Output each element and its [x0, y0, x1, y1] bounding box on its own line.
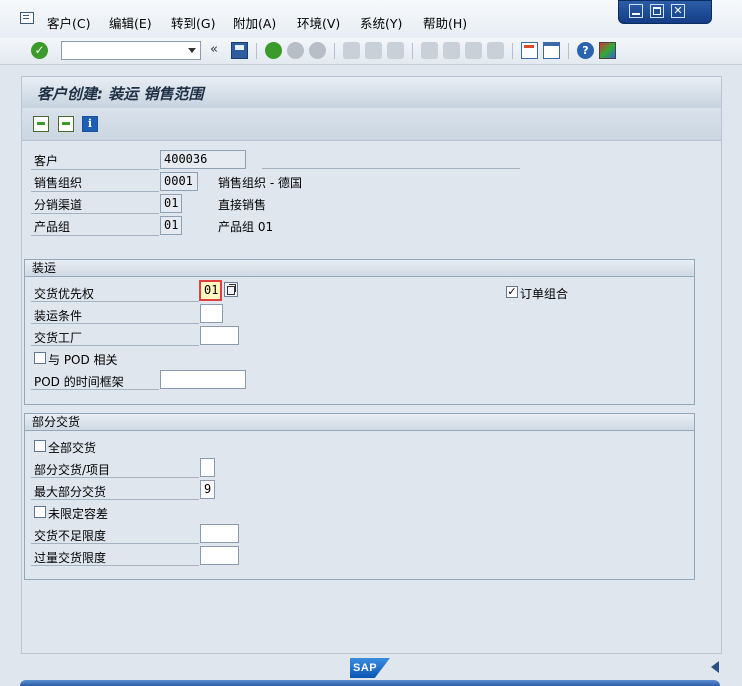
menu-system[interactable]: 系统(Y): [360, 13, 402, 32]
customer-label: 客户: [34, 154, 59, 168]
menu-goto[interactable]: 转到(G): [171, 13, 215, 32]
toolbar-separator: [568, 43, 569, 59]
customer-field[interactable]: 400036: [160, 150, 246, 169]
print-icon[interactable]: [343, 42, 360, 59]
previous-screen-icon[interactable]: [33, 116, 49, 132]
first-page-icon[interactable]: [421, 42, 438, 59]
partial-per-item-field[interactable]: [200, 458, 215, 477]
delivery-priority-label: 交货优先权: [34, 287, 95, 301]
ok-icon[interactable]: ✓: [31, 42, 48, 59]
toolbar-separator: [256, 43, 257, 59]
partial-delivery-group: 部分交货: [24, 413, 695, 580]
menu-bar: 客户(C) 编辑(E) 转到(G) 附加(A) 环境(V) 系统(Y) 帮助(H…: [0, 0, 742, 38]
command-field[interactable]: [61, 41, 201, 60]
back-icon[interactable]: [265, 42, 282, 59]
unlimited-tolerance-label: 未限定容差: [48, 507, 109, 521]
label-underline: [31, 213, 159, 214]
complete-delivery-label: 全部交货: [48, 441, 97, 455]
close-icon[interactable]: ✕: [671, 4, 685, 18]
menu-system-icon[interactable]: [20, 12, 34, 24]
chevron-down-icon[interactable]: [188, 48, 196, 53]
customer-name-line: [262, 168, 520, 169]
exit-icon[interactable]: [287, 42, 304, 59]
menu-help[interactable]: 帮助(H): [423, 13, 467, 32]
sales-org-description: 销售组织 - 德国: [218, 176, 302, 190]
cancel-icon[interactable]: [309, 42, 326, 59]
label-underline: [31, 543, 199, 544]
label-underline: [31, 477, 199, 478]
menu-extras[interactable]: 附加(A): [233, 13, 276, 32]
label-underline: [31, 191, 159, 192]
double-chevron-left-icon[interactable]: «: [210, 42, 218, 57]
create-session-icon[interactable]: [521, 42, 538, 59]
label-underline: [31, 345, 199, 346]
status-bar: [20, 680, 720, 686]
shortcut-icon[interactable]: [543, 42, 560, 59]
window-controls: ✕: [618, 0, 712, 24]
sales-org-field[interactable]: 0001: [160, 172, 198, 191]
division-field[interactable]: 01: [160, 216, 182, 235]
division-label: 产品组: [34, 220, 71, 234]
label-underline: [31, 301, 199, 302]
partial-delivery-group-title: 部分交货: [25, 414, 694, 431]
label-underline: [31, 499, 199, 500]
overdelivery-field[interactable]: [200, 546, 239, 565]
next-page-icon[interactable]: [465, 42, 482, 59]
last-page-icon[interactable]: [487, 42, 504, 59]
label-underline: [31, 235, 159, 236]
menu-edit[interactable]: 编辑(E): [109, 13, 152, 32]
save-icon[interactable]: [231, 42, 248, 59]
pod-timeframe-label: POD 的时间框架: [34, 375, 124, 389]
overdelivery-label: 过量交货限度: [34, 551, 107, 565]
sales-org-label: 销售组织: [34, 176, 83, 190]
menu-customer[interactable]: 客户(C): [47, 13, 90, 32]
partial-per-item-label: 部分交货/项目: [34, 463, 111, 477]
label-underline: [31, 565, 199, 566]
label-underline: [31, 389, 159, 390]
find-next-icon[interactable]: [387, 42, 404, 59]
shipping-conditions-field[interactable]: [200, 304, 223, 323]
order-combination-label: 订单组合: [520, 287, 569, 301]
delivering-plant-label: 交货工厂: [34, 331, 83, 345]
collapse-status-icon[interactable]: [711, 661, 719, 673]
title-bar: 客户创建: 装运 销售范围: [22, 77, 721, 109]
shipping-conditions-label: 装运条件: [34, 309, 83, 323]
search-help-icon[interactable]: [224, 282, 238, 297]
unlimited-tolerance-checkbox[interactable]: [34, 506, 46, 518]
application-toolbar: i: [22, 108, 721, 141]
complete-delivery-checkbox[interactable]: [34, 440, 46, 452]
division-description: 产品组 01: [218, 220, 274, 234]
toolbar-separator: [512, 43, 513, 59]
dist-channel-description: 直接销售: [218, 198, 267, 212]
dist-channel-field[interactable]: 01: [160, 194, 182, 213]
label-underline: [31, 323, 199, 324]
shipping-group-title: 装运: [25, 260, 694, 277]
maximize-icon[interactable]: [650, 4, 664, 18]
toolbar-separator: [412, 43, 413, 59]
next-screen-icon[interactable]: [58, 116, 74, 132]
shipping-group: 装运: [24, 259, 695, 405]
minimize-icon[interactable]: [629, 4, 643, 18]
find-icon[interactable]: [365, 42, 382, 59]
dist-channel-label: 分销渠道: [34, 198, 83, 212]
help-icon[interactable]: ?: [577, 42, 594, 59]
order-combination-checkbox[interactable]: ✓: [506, 286, 518, 298]
layout-icon[interactable]: [599, 42, 616, 59]
delivery-priority-field[interactable]: 01: [199, 280, 222, 301]
delivering-plant-field[interactable]: [200, 326, 239, 345]
pod-relevant-checkbox[interactable]: [34, 352, 46, 364]
pod-relevant-label: 与 POD 相关: [48, 353, 118, 367]
underdelivery-field[interactable]: [200, 524, 239, 543]
pod-timeframe-field[interactable]: [160, 370, 246, 389]
underdelivery-label: 交货不足限度: [34, 529, 107, 543]
prev-page-icon[interactable]: [443, 42, 460, 59]
menu-environment[interactable]: 环境(V): [297, 13, 340, 32]
page-title: 客户创建: 装运 销售范围: [37, 85, 204, 103]
max-partial-label: 最大部分交货: [34, 485, 107, 499]
label-underline: [31, 169, 159, 170]
max-partial-field[interactable]: 9: [200, 480, 215, 499]
info-icon[interactable]: i: [82, 116, 98, 132]
toolbar-separator: [334, 43, 335, 59]
